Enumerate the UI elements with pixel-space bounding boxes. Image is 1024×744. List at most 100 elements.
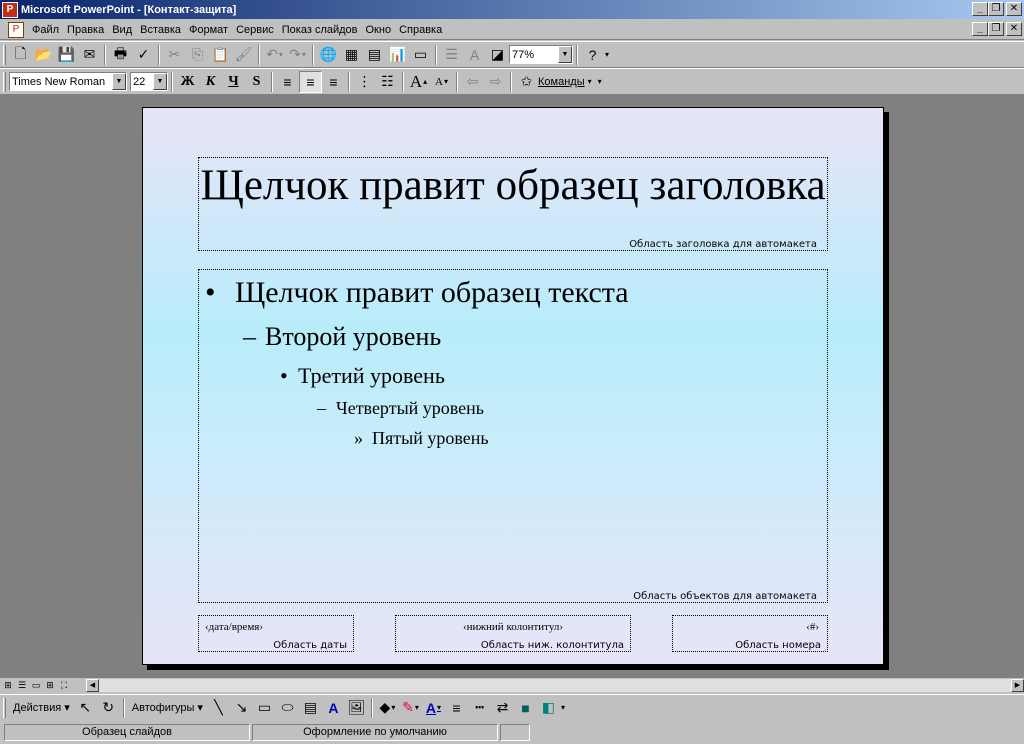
open-folder-icon[interactable]: 📂	[32, 44, 55, 66]
slide-number-field[interactable]: ‹#›	[806, 621, 819, 633]
paste-icon[interactable]: 📋	[209, 44, 232, 66]
slide-sorter-icon[interactable]: ⊞	[44, 680, 56, 692]
toolbar-grip[interactable]	[3, 44, 6, 65]
email-icon[interactable]: ✉	[78, 44, 101, 66]
autoshapes-menu-button[interactable]: Автофигуры ▾	[128, 701, 207, 714]
font-size-select[interactable]: 22 ▼	[130, 72, 168, 91]
level-1-text[interactable]: Щелчок правит образец текста	[235, 276, 629, 310]
wordart-icon[interactable]: A	[322, 697, 345, 719]
cut-icon[interactable]: ✂	[163, 44, 186, 66]
footer-placeholder[interactable]: ‹нижний колонтитул› Область ниж. колонти…	[395, 615, 631, 652]
decrease-font-icon[interactable]: A ▾	[430, 71, 453, 93]
commands-button[interactable]: Команды	[538, 76, 585, 88]
slideshow-icon[interactable]: ⛶	[58, 680, 70, 692]
line-color-icon[interactable]: ✎ ▾	[399, 697, 422, 719]
arrow-icon[interactable]: ↘	[230, 697, 253, 719]
title-placeholder[interactable]: Щелчок правит образец заголовка Область …	[198, 157, 828, 251]
arrow-style-icon[interactable]: ⇄	[491, 697, 514, 719]
font-color-icon[interactable]: A ▾	[422, 697, 445, 719]
powerpoint-icon[interactable]: P	[2, 1, 18, 18]
show-formatting-icon[interactable]: A	[463, 44, 486, 66]
format-painter-icon[interactable]: 🖌	[232, 44, 255, 66]
toolbar-grip[interactable]	[3, 71, 6, 92]
restore-button[interactable]: ❐	[988, 2, 1004, 16]
menu-format[interactable]: Формат	[185, 21, 232, 39]
level-5-text[interactable]: Пятый уровень	[372, 428, 489, 449]
line-style-icon[interactable]: ≡	[445, 697, 468, 719]
bullets-icon[interactable]: ☷	[376, 71, 399, 93]
select-objects-icon[interactable]: ↖	[74, 697, 97, 719]
chevron-down-icon[interactable]: ▾	[588, 77, 592, 86]
font-select[interactable]: Times New Roman ▼	[9, 72, 127, 91]
doc-minimize-button[interactable]: _	[972, 22, 988, 36]
date-placeholder[interactable]: ‹дата/время› Область даты	[198, 615, 354, 652]
dash-style-icon[interactable]: ┅	[468, 697, 491, 719]
clip-art-icon[interactable]: 🖼	[345, 697, 368, 719]
zoom-select[interactable]: 77% ▼	[509, 45, 573, 64]
toolbar-grip[interactable]	[3, 697, 6, 718]
menu-file[interactable]: Файл	[28, 21, 63, 39]
title-text[interactable]: Щелчок правит образец заголовка	[199, 160, 827, 212]
menu-slideshow[interactable]: Показ слайдов	[278, 21, 362, 39]
toolbar-options-icon[interactable]: ▾	[561, 703, 565, 712]
date-field[interactable]: ‹дата/время›	[205, 621, 263, 633]
promote-icon[interactable]: ⇦	[461, 71, 484, 93]
undo-icon[interactable]: ↶ ▾	[263, 44, 286, 66]
level-2-text[interactable]: Второй уровень	[265, 322, 441, 352]
outline-view-icon[interactable]: ☰	[16, 680, 28, 692]
slide-view-icon[interactable]: ▭	[30, 680, 42, 692]
print-icon[interactable]: 🖶	[109, 44, 132, 66]
toolbar-options-icon[interactable]: ▾	[605, 50, 609, 59]
chevron-down-icon[interactable]: ▼	[153, 73, 167, 90]
oval-icon[interactable]: ⬭	[276, 697, 299, 719]
number-placeholder[interactable]: ‹#› Область номера	[672, 615, 828, 652]
fill-color-icon[interactable]: ◆ ▾	[376, 697, 399, 719]
animation-effects-icon[interactable]: ✩	[515, 71, 538, 93]
align-right-icon[interactable]: ≡	[322, 71, 345, 93]
free-rotate-icon[interactable]: ↻	[97, 697, 120, 719]
help-icon[interactable]: ?	[581, 44, 604, 66]
copy-icon[interactable]: ⎘	[186, 44, 209, 66]
redo-icon[interactable]: ↷ ▾	[286, 44, 309, 66]
new-slide-icon[interactable]: ▭	[409, 44, 432, 66]
bold-button[interactable]: Ж	[176, 71, 199, 93]
grayscale-icon[interactable]: ◪	[486, 44, 509, 66]
body-placeholder[interactable]: • Щелчок правит образец текста – Второй …	[198, 269, 828, 603]
minimize-button[interactable]: _	[972, 2, 988, 16]
new-document-icon[interactable]: 🗋	[9, 44, 32, 66]
insert-table-icon[interactable]: ▤	[363, 44, 386, 66]
shadow-icon[interactable]: ■	[514, 697, 537, 719]
menu-tools[interactable]: Сервис	[232, 21, 278, 39]
align-center-icon[interactable]: ≡	[299, 70, 322, 93]
spelling-icon[interactable]: ✓	[132, 44, 155, 66]
toolbar-options-icon[interactable]: ▾	[598, 77, 602, 86]
align-left-icon[interactable]: ≡	[276, 71, 299, 93]
menu-edit[interactable]: Правка	[63, 21, 108, 39]
rectangle-icon[interactable]: ▭	[253, 697, 276, 719]
save-icon[interactable]: 💾	[55, 44, 78, 66]
level-3-text[interactable]: Третий уровень	[298, 363, 445, 389]
footer-field[interactable]: ‹нижний колонтитул›	[396, 621, 630, 633]
actions-menu-button[interactable]: Действия ▾	[9, 701, 74, 714]
normal-view-icon[interactable]: ⊞	[2, 680, 14, 692]
expand-slide-icon[interactable]: ☰	[440, 44, 463, 66]
menu-view[interactable]: Вид	[108, 21, 136, 39]
scroll-right-button[interactable]: ▶	[1011, 679, 1024, 692]
slide-master[interactable]: Щелчок правит образец заголовка Область …	[142, 107, 884, 665]
level-4-text[interactable]: Четвертый уровень	[336, 398, 484, 419]
italic-button[interactable]: К	[199, 71, 222, 93]
tables-borders-icon[interactable]: ▦	[340, 44, 363, 66]
doc-close-button[interactable]: ✕	[1006, 22, 1022, 36]
text-box-icon[interactable]: ▤	[299, 697, 322, 719]
close-button[interactable]: ✕	[1006, 2, 1022, 16]
line-icon[interactable]: ╲	[207, 697, 230, 719]
underline-button[interactable]: Ч	[222, 71, 245, 93]
3d-icon[interactable]: ◧	[537, 697, 560, 719]
scroll-left-button[interactable]: ◀	[86, 679, 99, 692]
chevron-down-icon[interactable]: ▼	[558, 46, 572, 63]
chevron-down-icon[interactable]: ▼	[112, 73, 126, 90]
increase-font-icon[interactable]: A ▴	[407, 71, 430, 93]
horizontal-scrollbar[interactable]: ◀ ▶	[86, 679, 1024, 692]
demote-icon[interactable]: ⇨	[484, 71, 507, 93]
shadow-text-icon[interactable]: S	[245, 71, 268, 93]
